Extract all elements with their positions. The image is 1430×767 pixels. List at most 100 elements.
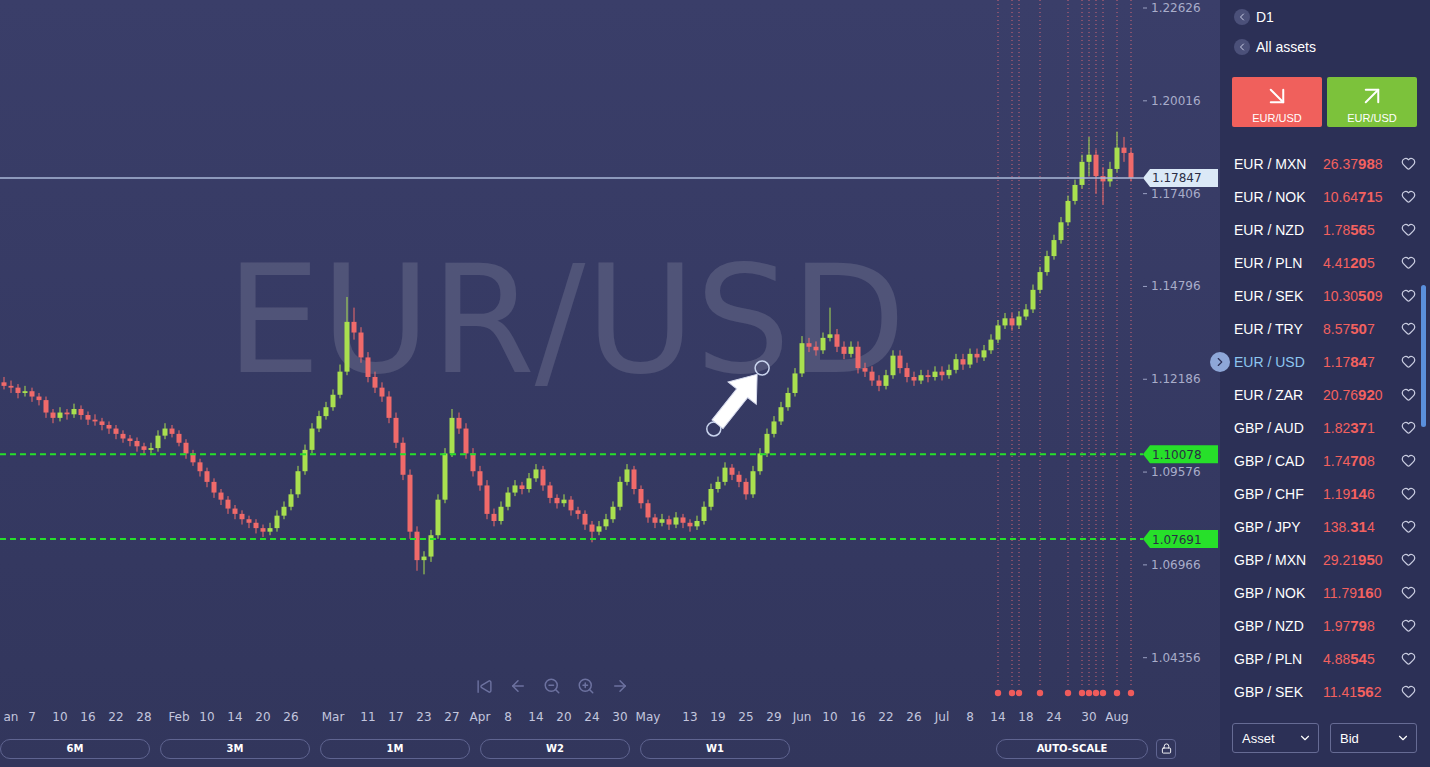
favorite-button[interactable] xyxy=(1399,651,1417,666)
scrollbar-thumb[interactable] xyxy=(1421,285,1426,428)
favorite-button[interactable] xyxy=(1399,453,1417,468)
date-label: 10 xyxy=(822,710,837,724)
asset-row[interactable]: GBP / CHF1.19146 xyxy=(1232,477,1417,510)
chart-column: EUR/USD1.226261.200161.174061.147961.121… xyxy=(0,0,1220,767)
asset-row[interactable]: EUR / NOK10.64715 xyxy=(1232,180,1417,213)
level-line[interactable] xyxy=(0,453,1143,455)
asset-row[interactable]: GBP / JPY138.314 xyxy=(1232,510,1417,543)
date-label: 14 xyxy=(227,710,242,724)
asset-row[interactable]: GBP / PLN4.88545 xyxy=(1232,642,1417,675)
favorite-button[interactable] xyxy=(1399,354,1417,369)
trade-marker[interactable] xyxy=(1009,0,1015,696)
favorite-button[interactable] xyxy=(1399,618,1417,633)
timeframe-back[interactable]: D1 xyxy=(1232,4,1417,30)
asset-row[interactable]: GBP / CAD1.74708 xyxy=(1232,444,1417,477)
asset-row[interactable]: EUR / SEK10.30509 xyxy=(1232,279,1417,312)
date-label: 10 xyxy=(52,710,67,724)
period-button[interactable]: 1M xyxy=(320,739,470,759)
panel-toggle[interactable] xyxy=(1210,352,1230,372)
autoscale-button[interactable]: AUTO-SCALE xyxy=(996,739,1148,759)
period-button[interactable]: W1 xyxy=(640,739,790,759)
asset-row[interactable]: GBP / NZD1.97798 xyxy=(1232,609,1417,642)
date-label: 8 xyxy=(504,710,512,724)
chart-watermark: EUR/USD xyxy=(226,233,906,407)
favorite-button[interactable] xyxy=(1399,321,1417,336)
trade-marker[interactable] xyxy=(1065,0,1071,696)
trade-marker[interactable] xyxy=(1093,0,1099,696)
favorite-button[interactable] xyxy=(1399,288,1417,303)
favorite-button[interactable] xyxy=(1399,486,1417,501)
favorite-button[interactable] xyxy=(1399,519,1417,534)
asset-row[interactable]: EUR / PLN4.41205 xyxy=(1232,246,1417,279)
scroll-left-button[interactable] xyxy=(508,676,528,696)
period-button[interactable]: 6M xyxy=(0,739,150,759)
current-price-line xyxy=(0,177,1143,179)
category-back[interactable]: All assets xyxy=(1232,34,1417,60)
favorite-button[interactable] xyxy=(1399,684,1417,699)
date-label: 28 xyxy=(136,710,151,724)
svg-text:1.06966: 1.06966 xyxy=(1151,558,1201,572)
candle xyxy=(345,297,350,375)
asset-row[interactable]: GBP / AUD1.82371 xyxy=(1232,411,1417,444)
favorite-button[interactable] xyxy=(1399,189,1417,204)
asset-row[interactable]: EUR / NZD1.78565 xyxy=(1232,213,1417,246)
period-button[interactable]: 3M xyxy=(160,739,310,759)
favorite-button[interactable] xyxy=(1399,222,1417,237)
trade-marker[interactable] xyxy=(1037,0,1043,696)
period-button[interactable]: W2 xyxy=(480,739,630,759)
asset-price: 11.41562 xyxy=(1323,683,1399,700)
current-price-label: 1.17847 xyxy=(1143,169,1218,187)
trade-marker[interactable] xyxy=(1079,0,1085,696)
annotation-arrow-icon[interactable] xyxy=(703,361,771,436)
asset-name: GBP / MXN xyxy=(1234,552,1323,568)
trade-marker[interactable] xyxy=(1128,0,1134,696)
sell-button[interactable]: EUR/USD xyxy=(1232,77,1322,127)
level-line[interactable] xyxy=(0,538,1143,540)
zoom-out-button[interactable] xyxy=(542,676,562,696)
date-label: 27 xyxy=(444,710,459,724)
heart-icon xyxy=(1401,552,1416,567)
price-type-select[interactable]: Bid xyxy=(1330,723,1417,753)
list-options: Asset Bid xyxy=(1232,723,1417,753)
date-label: 18 xyxy=(1018,710,1033,724)
asset-list[interactable]: EUR / MXN26.37988EUR / NOK10.64715EUR / … xyxy=(1232,147,1417,709)
trade-marker[interactable] xyxy=(1100,0,1106,696)
candle xyxy=(1115,132,1120,173)
go-start-button[interactable] xyxy=(474,676,494,696)
zoom-out-icon xyxy=(543,677,561,695)
lock-button[interactable] xyxy=(1156,739,1176,759)
favorite-button[interactable] xyxy=(1399,387,1417,402)
candle xyxy=(380,382,385,402)
candle xyxy=(44,397,49,418)
buy-button[interactable]: EUR/USD xyxy=(1327,77,1417,127)
sort-select[interactable]: Asset xyxy=(1232,723,1319,753)
favorite-button[interactable] xyxy=(1399,552,1417,567)
favorite-button[interactable] xyxy=(1399,420,1417,435)
asset-row[interactable]: EUR / TRY8.57507 xyxy=(1232,312,1417,345)
asset-row[interactable]: GBP / MXN29.21950 xyxy=(1232,543,1417,576)
favorite-button[interactable] xyxy=(1399,585,1417,600)
zoom-in-button[interactable] xyxy=(576,676,596,696)
heart-icon xyxy=(1401,486,1416,501)
price-chart[interactable]: EUR/USD1.226261.200161.174061.147961.121… xyxy=(0,0,1220,730)
date-label: 22 xyxy=(108,710,123,724)
trade-marker[interactable] xyxy=(1016,0,1022,696)
favorite-button[interactable] xyxy=(1399,255,1417,270)
candle xyxy=(226,496,231,514)
trade-marker[interactable] xyxy=(1114,0,1120,696)
chart-nav xyxy=(474,676,630,696)
asset-row[interactable]: EUR / MXN26.37988 xyxy=(1232,147,1417,180)
candle xyxy=(758,448,763,475)
candle xyxy=(905,363,910,383)
asset-row[interactable]: GBP / NOK11.79160 xyxy=(1232,576,1417,609)
scroll-right-button[interactable] xyxy=(610,676,630,696)
asset-row[interactable]: GBP / SEK11.41562 xyxy=(1232,675,1417,708)
asset-row[interactable]: EUR / USD1.17847 xyxy=(1232,345,1417,378)
asset-row[interactable]: EUR / ZAR20.76920 xyxy=(1232,378,1417,411)
favorite-button[interactable] xyxy=(1399,156,1417,171)
date-label: 20 xyxy=(255,710,270,724)
trade-marker[interactable] xyxy=(995,0,1001,696)
candle xyxy=(128,435,133,446)
trade-marker[interactable] xyxy=(1086,0,1092,696)
candle xyxy=(611,501,616,522)
